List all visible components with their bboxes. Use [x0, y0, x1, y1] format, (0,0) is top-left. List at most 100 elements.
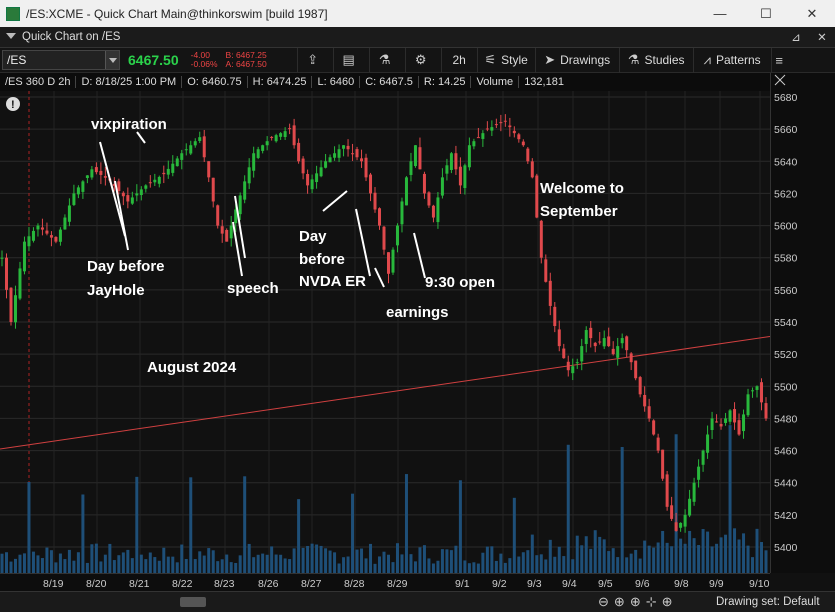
settings-button[interactable]: ⚙ [404, 47, 441, 73]
candle-body [539, 220, 543, 258]
maximize-button[interactable]: ☐ [743, 0, 789, 27]
bar-open: O: 6460.75 [182, 76, 248, 88]
candle-body [45, 230, 49, 234]
timeframe-button[interactable]: 2h [440, 47, 477, 73]
window-title: /ES:XCME - Quick Chart Main@thinkorswim … [26, 6, 328, 21]
flask-button[interactable]: ⚗ [368, 47, 405, 73]
share-button[interactable]: ⇪ [296, 47, 333, 73]
volume-bar [216, 561, 220, 573]
candle-body [512, 130, 516, 134]
price-axis[interactable]: 5400 5420 5440 5460 5480 5500 5520 5540 5560 5580… [770, 73, 835, 573]
candle-body [144, 185, 148, 189]
collapse-triangle-icon[interactable] [6, 33, 16, 39]
volume-bar [270, 546, 274, 573]
panel-close-button[interactable]: ✕ [809, 30, 835, 44]
volume-bar [252, 557, 256, 573]
x-tick-label: 8/20 [86, 578, 107, 590]
volume-bar [553, 556, 557, 573]
volume-bar [737, 539, 741, 573]
pan-icon[interactable]: ⊹ [646, 594, 657, 610]
candle-body [189, 145, 193, 154]
volume-bar [449, 550, 453, 573]
candle-body [139, 189, 143, 196]
alert-icon-glyph: ! [11, 99, 15, 111]
annotation-arrow [322, 190, 348, 212]
annotation-930-open: 9:30 open [425, 274, 495, 291]
volume-bar [36, 555, 40, 573]
pin-icon[interactable]: ⊿ [783, 30, 809, 44]
candle-body [72, 193, 76, 205]
candle-body [328, 157, 332, 163]
volume-bar [674, 434, 678, 573]
volume-bar [306, 545, 310, 573]
drawing-set-label[interactable]: Drawing set: Default [716, 596, 820, 608]
candle-body [485, 128, 489, 130]
volume-bar [225, 554, 229, 573]
candle-body [589, 327, 593, 339]
candle-body [63, 217, 67, 230]
candle-body [688, 498, 692, 516]
chart-settings-button[interactable]: ▤ [332, 47, 369, 73]
candle-body [85, 175, 89, 178]
candle-body [22, 241, 26, 272]
candle-body [360, 158, 364, 162]
annotation-arrow [114, 180, 129, 251]
volume-bar [719, 537, 723, 573]
toolbar-menu-button[interactable]: ≡ [770, 47, 792, 73]
volume-bar [220, 559, 224, 573]
volume-bar [198, 551, 202, 573]
candle-body [557, 329, 561, 347]
candle-body [346, 145, 350, 150]
minimize-button[interactable]: — [697, 0, 743, 27]
candle-body [27, 236, 31, 247]
symbol-dropdown-icon[interactable] [105, 51, 119, 69]
price-chart[interactable]: vixpiration Day before JayHole speech Day bef… [0, 91, 771, 573]
candle-body [755, 386, 759, 390]
annotation-welcome-to: Welcome to [540, 180, 624, 197]
volume-bar [611, 548, 615, 573]
candle-body [9, 287, 13, 322]
zoom-in-icon[interactable]: ⊕ [614, 594, 625, 610]
time-axis[interactable]: 8/19 8/20 8/21 8/22 8/23 8/26 8/27 8/28 8/29 9/1 9… [0, 573, 770, 591]
candle-body [301, 158, 305, 174]
patterns-button[interactable]: ⩘ Patterns [692, 47, 771, 73]
volume-bar [647, 545, 651, 573]
drawings-button[interactable]: ➤ Drawings [534, 47, 619, 73]
volume-bar [652, 547, 656, 573]
style-button[interactable]: ⚟ Style [476, 47, 535, 73]
candle-body [184, 149, 188, 151]
candle-body [148, 182, 152, 184]
volume-bar [733, 528, 737, 573]
scrollbar-thumb[interactable] [180, 597, 206, 607]
volume-bar [701, 529, 705, 573]
volume-bar [67, 549, 71, 573]
annotation-day: Day [299, 228, 327, 245]
chart-svg[interactable]: vixpiration Day before JayHole speech Day bef… [0, 91, 771, 573]
symbol-input[interactable]: /ES [2, 50, 120, 70]
zoom-out-icon[interactable]: ⊖ [598, 594, 609, 610]
studies-button[interactable]: ⚗ Studies [618, 47, 693, 73]
candle-body [733, 409, 737, 423]
volume-label: Volume [471, 76, 520, 88]
crosshair-icon[interactable]: ⊕ [662, 594, 673, 610]
candle-body [243, 181, 247, 200]
x-tick-label: 9/4 [562, 578, 577, 590]
volume-bar [517, 556, 521, 573]
zoom-fit-icon[interactable]: ⊕ [630, 594, 641, 610]
candle-body [634, 360, 638, 379]
thinkorswim-app-icon [6, 6, 20, 21]
candle-body [472, 141, 476, 147]
annotation-arrow [374, 267, 385, 288]
close-button[interactable]: ✕ [789, 0, 835, 27]
volume-bar [409, 554, 413, 573]
volume-bar [391, 562, 395, 573]
volume-bar [103, 554, 107, 573]
candle-body [391, 249, 395, 273]
candle-body [683, 514, 687, 527]
bar-high: H: 6474.25 [248, 76, 313, 88]
cursor-icon: ➤ [544, 52, 556, 67]
volume-bar [319, 545, 323, 573]
candle-body [162, 172, 166, 175]
candle-body [395, 225, 399, 246]
candle-body [454, 153, 458, 170]
